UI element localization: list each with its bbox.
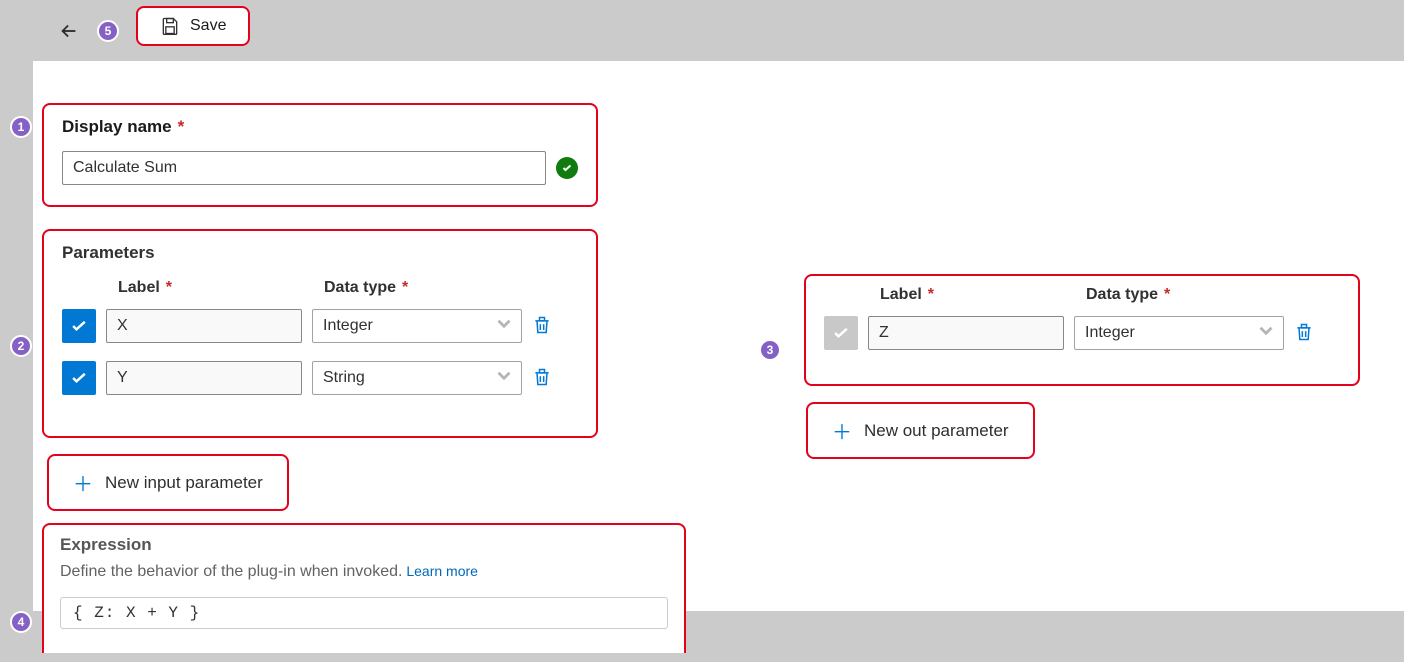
param-datatype-value: String xyxy=(323,369,365,386)
required-asterisk: * xyxy=(178,117,185,136)
param-checkbox[interactable] xyxy=(62,309,96,343)
check-icon xyxy=(69,368,89,388)
expression-section: Expression Define the behavior of the pl… xyxy=(42,523,686,653)
required-asterisk: * xyxy=(1164,286,1170,303)
display-name-label: Display name xyxy=(62,117,172,136)
parameters-heading: Parameters xyxy=(62,243,582,263)
check-icon xyxy=(831,323,851,343)
col-header-label: Label * xyxy=(118,279,324,297)
add-out-parameter-button[interactable]: ＋ New out parameter xyxy=(806,402,1035,459)
save-icon xyxy=(160,16,180,36)
input-parameters-section: Parameters Label * Data type * Integer Str… xyxy=(42,229,598,438)
required-asterisk: * xyxy=(166,279,172,296)
chevron-down-icon xyxy=(1255,320,1277,347)
param-datatype-select[interactable]: Integer xyxy=(312,309,522,343)
param-label-input[interactable] xyxy=(868,316,1064,350)
expression-learn-more-link[interactable]: Learn more xyxy=(406,563,478,579)
delete-param-button[interactable] xyxy=(532,315,552,338)
callout-badge-3: 3 xyxy=(759,339,781,361)
col-header-datatype-text: Data type xyxy=(324,279,396,296)
callout-badge-2: 2 xyxy=(10,335,32,357)
expression-code-input[interactable]: { Z: X + Y } xyxy=(60,597,668,629)
param-checkbox-disabled xyxy=(824,316,858,350)
chevron-down-icon xyxy=(493,365,515,392)
callout-badge-4: 4 xyxy=(10,611,32,633)
back-arrow-icon xyxy=(58,20,80,42)
col-header-label-text: Label xyxy=(118,279,160,296)
check-icon xyxy=(69,316,89,336)
add-input-parameter-button[interactable]: ＋ New input parameter xyxy=(47,454,289,511)
col-header-label: Label * xyxy=(880,286,1086,304)
param-datatype-value: Integer xyxy=(323,317,373,334)
param-datatype-value: Integer xyxy=(1085,324,1135,341)
expression-hint: Define the behavior of the plug-in when … xyxy=(60,563,402,580)
output-parameters-section: Label * Data type * Integer xyxy=(804,274,1360,386)
plus-icon: ＋ xyxy=(832,416,852,445)
valid-check-icon xyxy=(556,157,578,179)
save-button[interactable]: Save xyxy=(136,6,250,46)
trash-icon xyxy=(1294,322,1314,342)
display-name-label-row: Display name * xyxy=(62,117,578,137)
add-out-parameter-label: New out parameter xyxy=(864,421,1009,441)
required-asterisk: * xyxy=(928,286,934,303)
delete-param-button[interactable] xyxy=(532,367,552,390)
back-button[interactable] xyxy=(55,17,83,45)
callout-badge-1: 1 xyxy=(10,116,32,138)
save-button-label: Save xyxy=(190,17,226,35)
col-header-datatype: Data type * xyxy=(1086,286,1296,304)
display-name-input[interactable] xyxy=(62,151,546,185)
param-label-input[interactable] xyxy=(106,361,302,395)
param-label-input[interactable] xyxy=(106,309,302,343)
col-header-datatype: Data type * xyxy=(324,279,534,297)
display-name-section: Display name * xyxy=(42,103,598,207)
chevron-down-icon xyxy=(493,313,515,340)
col-header-datatype-text: Data type xyxy=(1086,286,1158,303)
param-datatype-select[interactable]: Integer xyxy=(1074,316,1284,350)
param-checkbox[interactable] xyxy=(62,361,96,395)
param-datatype-select[interactable]: String xyxy=(312,361,522,395)
trash-icon xyxy=(532,315,552,335)
trash-icon xyxy=(532,367,552,387)
col-header-label-text: Label xyxy=(880,286,922,303)
expression-heading: Expression xyxy=(60,535,668,555)
delete-param-button[interactable] xyxy=(1294,322,1314,345)
callout-badge-5: 5 xyxy=(97,20,119,42)
add-input-parameter-label: New input parameter xyxy=(105,473,263,493)
required-asterisk: * xyxy=(402,279,408,296)
plus-icon: ＋ xyxy=(73,468,93,497)
